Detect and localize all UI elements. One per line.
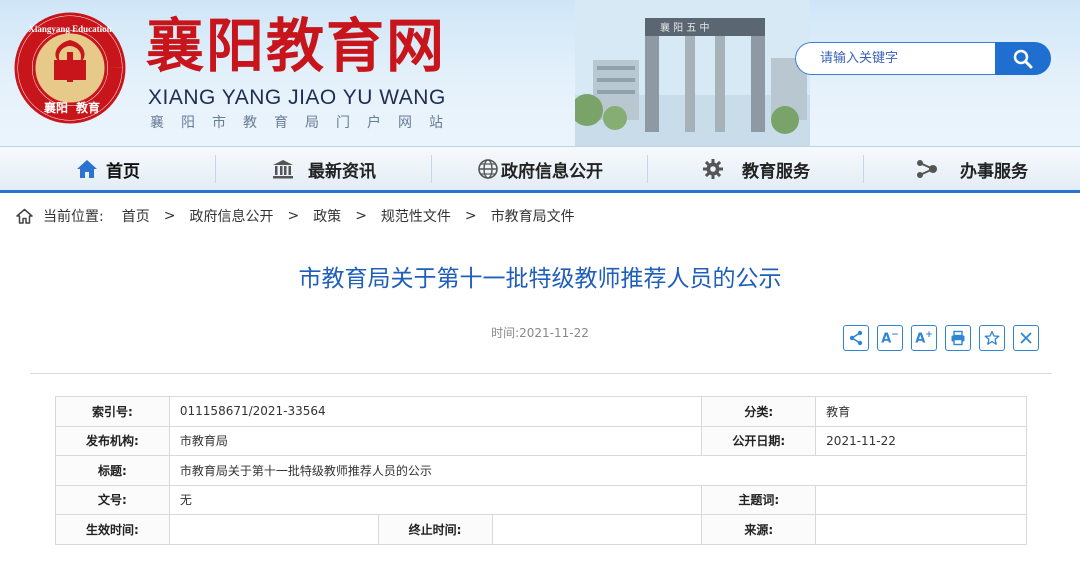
nav-item-news[interactable]: 最新资讯	[216, 147, 432, 191]
article-toolbar: A− A+	[843, 325, 1047, 351]
breadcrumb-item-normative-docs[interactable]: 规范性文件	[381, 206, 451, 226]
publisher-value: 市教育局	[168, 425, 703, 456]
breadcrumb-item-policy[interactable]: 政策	[313, 206, 341, 226]
article-title: 市教育局关于第十一批特级教师推荐人员的公示	[298, 266, 782, 292]
title-label: 标题:	[55, 455, 170, 486]
breadcrumb-label: 当前位置:	[43, 209, 104, 225]
nav-item-label: 政府信息公开	[501, 161, 603, 182]
breadcrumb-item-bureau-docs[interactable]: 市教育局文件	[491, 206, 575, 226]
open-date-label: 公开日期:	[701, 425, 817, 456]
nav-item-edu-service[interactable]: 教育服务	[648, 147, 864, 191]
nav-item-gov-info[interactable]: 政府信息公开	[432, 147, 648, 191]
table-row: 发布机构: 市教育局 公开日期: 2021-11-22	[55, 425, 1027, 456]
doc-number-value: 无	[168, 484, 703, 515]
breadcrumb-separator: >	[355, 208, 367, 224]
source-label: 来源:	[701, 514, 817, 545]
search-box	[795, 42, 1051, 75]
table-row: 索引号: 011158671/2021-33564 分类: 教育	[55, 396, 1027, 427]
font-increase-icon: A+	[915, 329, 933, 347]
gear-icon	[702, 158, 724, 180]
breadcrumb-item-home[interactable]: 首页	[122, 206, 150, 226]
nav-item-label: 首页	[106, 161, 140, 182]
category-value: 教育	[815, 396, 1027, 427]
document-info-table: 索引号: 011158671/2021-33564 分类: 教育 发布机构: 市…	[55, 396, 1028, 545]
search-button[interactable]	[995, 42, 1051, 75]
breadcrumb-item-gov-info[interactable]: 政府信息公开	[189, 206, 273, 226]
globe-icon	[477, 158, 499, 180]
publisher-label: 发布机构:	[55, 425, 170, 456]
nav-item-label: 最新资讯	[308, 161, 376, 182]
breadcrumb-separator: >	[464, 208, 477, 224]
effective-date-label: 生效时间:	[55, 514, 170, 545]
search-icon	[1013, 49, 1033, 68]
keywords-label: 主题词:	[701, 484, 817, 515]
star-icon	[984, 330, 1000, 345]
svg-text:襄 阳 五 中: 襄 阳 五 中	[660, 21, 710, 34]
close-button[interactable]	[1013, 325, 1039, 351]
search-input[interactable]	[795, 42, 995, 75]
svg-text:襄阳: 襄阳	[43, 100, 68, 115]
end-date-label: 终止时间:	[377, 514, 493, 545]
close-icon	[1020, 332, 1032, 344]
nav-item-label: 办事服务	[960, 161, 1028, 182]
doc-number-label: 文号:	[55, 484, 170, 515]
share-icon	[849, 330, 863, 346]
font-increase-button[interactable]: A+	[911, 325, 937, 351]
share-button[interactable]	[843, 325, 869, 351]
site-header: 襄 阳 五 中 Xiangyang Education 襄阳 教育 襄阳教育网 …	[0, 0, 1080, 146]
keywords-value	[815, 484, 1027, 515]
table-row: 文号: 无 主题词:	[55, 484, 1027, 515]
home-icon	[76, 159, 98, 179]
education-logo: Xiangyang Education 襄阳 教育	[14, 12, 126, 124]
open-date-value: 2021-11-22	[815, 425, 1027, 456]
site-subtitle: 襄阳市教育局门户网站	[150, 115, 460, 131]
source-value	[815, 514, 1027, 545]
svg-text:Xiangyang Education: Xiangyang Education	[28, 24, 111, 34]
print-button[interactable]	[945, 325, 971, 351]
table-row: 标题: 市教育局关于第十一批特级教师推荐人员的公示	[55, 455, 1028, 486]
site-title: 襄阳教育网	[146, 12, 447, 80]
effective-date-value	[168, 514, 379, 545]
breadcrumb: 当前位置: 首页 > 政府信息公开 > 政策 > 规范性文件 > 市教育局文件	[16, 206, 575, 226]
nav-item-label: 教育服务	[742, 161, 810, 182]
table-row: 生效时间: 终止时间: 来源:	[55, 514, 1027, 545]
end-date-value	[491, 514, 703, 545]
font-decrease-button[interactable]: A−	[877, 325, 903, 351]
index-label: 索引号:	[55, 396, 170, 427]
breadcrumb-separator: >	[163, 208, 176, 224]
print-icon	[951, 330, 965, 346]
category-label: 分类:	[701, 396, 817, 427]
divider	[30, 373, 1052, 374]
share-icon	[916, 159, 938, 179]
building-icon	[272, 159, 294, 179]
campus-gate-image: 襄 阳 五 中	[575, 0, 810, 146]
site-pinyin: XIANG YANG JIAO YU WANG	[148, 86, 446, 109]
breadcrumb-separator: >	[287, 208, 300, 224]
index-value: 011158671/2021-33564	[168, 396, 703, 427]
favorite-button[interactable]	[979, 325, 1005, 351]
svg-text:教育: 教育	[75, 100, 100, 115]
nav-item-affairs[interactable]: 办事服务	[864, 147, 1080, 191]
title-value: 市教育局关于第十一批特级教师推荐人员的公示	[168, 455, 1028, 486]
font-decrease-icon: A−	[881, 329, 899, 347]
nav-item-home[interactable]: 首页	[0, 147, 216, 191]
main-nav: 首页 最新资讯 政府信息公开 教育服务 办事服务	[0, 146, 1080, 193]
home-outline-icon	[16, 208, 33, 224]
